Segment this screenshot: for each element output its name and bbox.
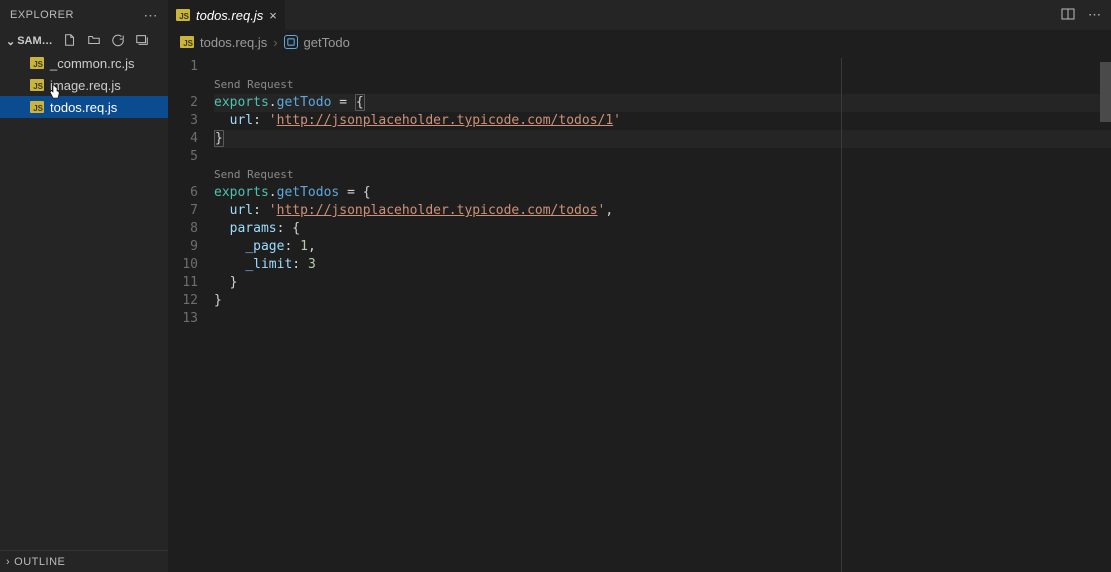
new-folder-icon[interactable] (87, 33, 101, 50)
folder-row[interactable]: ⌄ SAM… (0, 30, 168, 52)
breadcrumb-file[interactable]: todos.req.js (200, 35, 267, 50)
file-item[interactable]: JS image.req.js (0, 74, 168, 96)
outline-label: OUTLINE (14, 556, 65, 568)
sidebar: EXPLORER ⋯ ⌄ SAM… JS _common.rc.js JS im… (0, 0, 168, 572)
split-editor-icon[interactable] (1060, 6, 1076, 25)
js-icon: JS (180, 36, 194, 48)
breadcrumb-symbol[interactable]: getTodo (304, 35, 350, 50)
ruler (841, 58, 842, 572)
breadcrumbs[interactable]: JS todos.req.js › getTodo (168, 30, 1111, 54)
js-icon: JS (30, 57, 44, 69)
more-icon[interactable]: ⋯ (144, 7, 159, 24)
method-icon (284, 35, 298, 49)
folder-name: SAM… (17, 35, 52, 47)
js-icon: JS (30, 79, 44, 91)
sidebar-header: EXPLORER ⋯ (0, 0, 168, 30)
file-name: todos.req.js (50, 100, 117, 115)
js-icon: JS (176, 9, 190, 21)
close-icon[interactable]: × (269, 8, 277, 23)
scrollbar[interactable] (1100, 62, 1111, 122)
chevron-down-icon: ⌄ (6, 35, 15, 48)
tabbar: JS todos.req.js × ⋯ (168, 0, 1111, 30)
chevron-right-icon: › (6, 556, 10, 568)
explorer-title: EXPLORER (10, 9, 144, 21)
new-file-icon[interactable] (63, 33, 77, 50)
collapse-icon[interactable] (135, 33, 149, 50)
codelens-send-request[interactable]: Send Request (214, 76, 1111, 94)
file-name: image.req.js (50, 78, 121, 93)
js-icon: JS (30, 101, 44, 113)
outline-section[interactable]: › OUTLINE (0, 550, 168, 572)
file-list: JS _common.rc.js JS image.req.js JS todo… (0, 52, 168, 118)
chevron-right-icon: › (273, 35, 277, 50)
file-name: _common.rc.js (50, 56, 135, 71)
file-item[interactable]: JS _common.rc.js (0, 52, 168, 74)
tab-label: todos.req.js (196, 8, 263, 23)
refresh-icon[interactable] (111, 33, 125, 50)
tab-active[interactable]: JS todos.req.js × (168, 0, 285, 30)
gutter: 1 2 3 4 5 6 7 8 9 10 11 12 13 (168, 58, 214, 572)
code-editor[interactable]: 1 2 3 4 5 6 7 8 9 10 11 12 13 Send Reque… (168, 54, 1111, 572)
more-icon[interactable]: ⋯ (1088, 7, 1101, 23)
editor-main: JS todos.req.js × ⋯ JS todos.req.js › ge… (168, 0, 1111, 572)
code-area[interactable]: Send Request exports.getTodo = { url: 'h… (214, 58, 1111, 572)
file-item-active[interactable]: JS todos.req.js (0, 96, 168, 118)
codelens-send-request[interactable]: Send Request (214, 166, 1111, 184)
